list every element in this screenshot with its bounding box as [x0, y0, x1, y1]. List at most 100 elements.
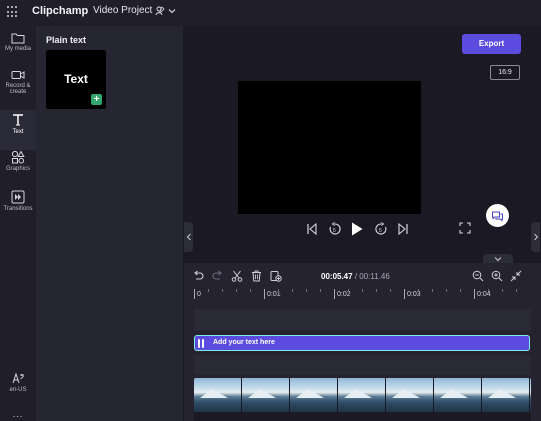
rewind-5s-icon[interactable]: 5 — [328, 222, 342, 236]
ruler-tick — [334, 289, 335, 299]
ruler-tick-label: 0 — [197, 291, 201, 298]
chevron-left-icon — [186, 233, 191, 241]
timecode-display: 00:05.47 / 00:11.46 — [321, 272, 390, 281]
delete-icon[interactable] — [251, 270, 262, 282]
text-clip-label: Add your text here — [213, 339, 275, 346]
ruler-tick-label: 0:04 — [477, 291, 491, 298]
video-frame-thumbnail — [530, 378, 531, 412]
chevron-down-icon — [168, 8, 176, 13]
sidebar-item-transitions[interactable]: Transitions — [0, 190, 36, 230]
export-button[interactable]: Export — [462, 34, 521, 54]
sidebar-item-label: Graphics — [5, 166, 30, 172]
timeline-ruler[interactable]: 0 0:01 0:02 0:03 0:04 — [194, 289, 531, 303]
project-title-menu[interactable]: Video Project — [93, 5, 176, 16]
current-time: 00:05.47 — [321, 272, 353, 281]
plain-text-card[interactable]: Text + — [46, 50, 106, 109]
ruler-minor-tick — [432, 289, 433, 292]
zoom-out-icon[interactable] — [472, 270, 484, 282]
fit-timeline-icon[interactable] — [510, 270, 522, 282]
more-icon: ... — [12, 409, 24, 419]
collapse-timeline-button[interactable] — [483, 254, 513, 263]
rename-icon — [155, 5, 165, 15]
app-brand: Clipchamp — [32, 5, 89, 17]
skip-forward-icon[interactable] — [397, 222, 409, 236]
ruler-minor-tick — [292, 289, 293, 292]
ruler-minor-tick — [376, 289, 377, 292]
ruler-minor-tick — [320, 289, 321, 292]
sidebar-item-my-media[interactable]: My media — [0, 32, 36, 72]
ruler-minor-tick — [446, 289, 447, 292]
video-frame-thumbnail — [242, 378, 290, 412]
redo-icon[interactable] — [212, 270, 223, 282]
card-label: Text — [64, 72, 88, 86]
sidebar-item-text[interactable]: Text — [0, 110, 36, 150]
video-frame-thumbnail — [290, 378, 338, 412]
transitions-icon — [11, 190, 25, 204]
clip-trim-handle[interactable] — [198, 339, 204, 348]
sidebar-item-record-create[interactable]: Record & create — [0, 69, 36, 109]
ruler-minor-tick — [502, 289, 503, 292]
timeline-bottom-edge — [194, 412, 531, 421]
ruler-minor-tick — [390, 289, 391, 292]
forward-5s-icon[interactable]: 5 — [374, 222, 388, 236]
video-frame-thumbnail — [338, 378, 386, 412]
ruler-minor-tick — [222, 289, 223, 292]
app-launcher-icon[interactable] — [7, 6, 19, 18]
panel-title: Plain text — [46, 35, 87, 45]
text-icon — [13, 114, 23, 126]
sidebar-item-label: Text — [12, 129, 24, 135]
ruler-tick-label: 0:01 — [267, 291, 281, 298]
video-preview-canvas[interactable] — [238, 81, 421, 214]
add-to-timeline-button[interactable]: + — [91, 94, 102, 105]
ruler-minor-tick — [348, 289, 349, 292]
chevron-down-icon — [494, 256, 502, 261]
chevron-right-icon — [533, 233, 538, 241]
empty-track — [194, 355, 531, 375]
video-frame-thumbnail — [482, 378, 530, 412]
svg-text:5: 5 — [333, 228, 336, 234]
camera-icon — [11, 71, 25, 79]
ruler-minor-tick — [362, 289, 363, 292]
duplicate-icon[interactable] — [270, 270, 282, 282]
ruler-minor-tick — [488, 289, 489, 292]
ruler-tick — [264, 289, 265, 299]
split-scissors-icon[interactable] — [231, 270, 243, 282]
empty-track — [194, 309, 531, 331]
total-time: 00:11.46 — [359, 272, 390, 281]
expand-right-panel-button[interactable] — [531, 222, 540, 252]
ruler-minor-tick — [278, 289, 279, 292]
more-options-button[interactable]: ... — [0, 404, 36, 419]
collapse-left-panel-button[interactable] — [184, 222, 193, 252]
zoom-in-icon[interactable] — [491, 270, 503, 282]
ruler-minor-tick — [250, 289, 251, 292]
sidebar-item-label: Transitions — [3, 206, 33, 212]
sidebar-item-graphics[interactable]: Graphics — [0, 150, 36, 190]
ruler-minor-tick — [208, 289, 209, 292]
ruler-minor-tick — [306, 289, 307, 292]
fullscreen-icon[interactable] — [459, 222, 471, 234]
left-sidebar: My media Record & create Text Graphics T… — [0, 26, 36, 421]
ruler-tick-label: 0:02 — [337, 291, 351, 298]
undo-icon[interactable] — [193, 270, 204, 282]
project-title: Video Project — [93, 5, 153, 16]
sidebar-item-label: My media — [4, 46, 31, 52]
video-clip[interactable] — [194, 378, 531, 412]
ruler-tick — [404, 289, 405, 299]
ruler-tick — [474, 289, 475, 299]
ruler-minor-tick — [460, 289, 461, 292]
aspect-ratio-button[interactable]: 16:9 — [490, 65, 520, 80]
video-frame-thumbnail — [194, 378, 242, 412]
shapes-icon — [11, 150, 25, 164]
svg-text:5: 5 — [379, 228, 382, 234]
sidebar-item-label: Record & create — [5, 83, 31, 95]
skip-back-icon[interactable] — [306, 222, 318, 236]
text-clip[interactable]: Add your text here — [194, 335, 530, 351]
language-label: en-US — [9, 387, 27, 393]
ruler-tick — [194, 289, 195, 299]
top-bar: Clipchamp Video Project — [0, 0, 541, 26]
video-frame-thumbnail — [434, 378, 482, 412]
play-icon[interactable] — [350, 221, 364, 237]
feedback-button[interactable] — [486, 204, 509, 227]
video-frame-thumbnail — [386, 378, 434, 412]
ruler-minor-tick — [236, 289, 237, 292]
